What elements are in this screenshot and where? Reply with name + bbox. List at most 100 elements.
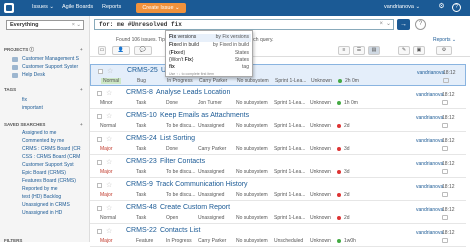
assignee-field[interactable]: Carry Parker — [199, 78, 227, 84]
issue-summary[interactable]: Track Communication History — [156, 181, 248, 188]
reporter-link[interactable]: vandrianova — [416, 230, 443, 236]
create-issue-button[interactable]: Create Issue ⌄ — [136, 3, 186, 13]
columns-icon[interactable]: ▣ — [413, 46, 425, 55]
comment-icon[interactable] — [442, 238, 448, 243]
priority-field[interactable]: Major — [100, 192, 113, 198]
spent-time-field[interactable]: 2h 0m — [345, 78, 359, 84]
add-tag-icon[interactable]: + — [80, 87, 83, 92]
add-saved-search-icon[interactable]: + — [80, 122, 83, 127]
subsystem-field[interactable]: No subsystem — [236, 100, 268, 106]
type-field[interactable]: Feature — [136, 238, 153, 244]
saved-search-item[interactable]: Assigned to me — [22, 130, 56, 136]
reporter-link[interactable]: vandrianova — [416, 161, 443, 167]
search-button[interactable]: → — [397, 19, 410, 30]
clear-search-icon[interactable]: × — [379, 20, 383, 29]
sprint-field[interactable]: Sprint 1-Lea... — [274, 192, 305, 198]
state-field[interactable]: In Progress — [166, 238, 192, 244]
sidebar-project-crms[interactable]: Customer Management S — [22, 56, 79, 62]
reporter-link[interactable]: vandrianova — [416, 92, 443, 98]
star-icon[interactable]: ☆ — [106, 135, 112, 143]
nav-agile-boards[interactable]: Agile Boards — [62, 4, 93, 10]
select-all-checkbox[interactable]: ▭ — [98, 46, 106, 55]
star-icon[interactable]: ☆ — [106, 227, 112, 235]
row-checkbox[interactable] — [97, 91, 102, 96]
saved-searches-section-header[interactable]: SAVED SEARCHES + — [4, 122, 88, 127]
issue-key[interactable]: CRMS-22 — [126, 227, 157, 234]
issue-key[interactable]: CRMS-23 — [126, 158, 157, 165]
search-query-input[interactable]: for: me #Unresolved fix × ⌄ — [94, 19, 394, 30]
priority-field[interactable]: Major — [100, 238, 113, 244]
sidebar-tag-important[interactable]: important — [22, 105, 43, 111]
saved-search-item[interactable]: Features Board (CRMS) — [22, 178, 76, 184]
subsystem-field[interactable]: No subsystem — [236, 238, 268, 244]
assignee-field[interactable]: Unassigned — [198, 169, 224, 175]
chevron-down-icon[interactable]: ⌄ — [76, 21, 81, 29]
subsystem-field[interactable]: No subsystem — [236, 192, 268, 198]
estimation-field[interactable]: Unknown — [311, 78, 332, 84]
issue-summary[interactable]: Analyse Leads Location — [156, 89, 230, 96]
sprint-field[interactable]: Sprint 1-Lea... — [275, 78, 306, 84]
type-field[interactable]: Task — [136, 169, 146, 175]
saved-search-item[interactable]: Commented by me — [22, 138, 64, 144]
clear-icon[interactable]: × — [72, 21, 75, 29]
state-field[interactable]: Open — [166, 215, 178, 221]
reports-link[interactable]: Reports ⌄ — [433, 37, 456, 43]
type-field[interactable]: Task — [136, 192, 146, 198]
row-checkbox[interactable] — [97, 206, 102, 211]
comment-icon[interactable] — [443, 78, 449, 83]
type-field[interactable]: Bug — [137, 78, 146, 84]
issue-key[interactable]: CRMS-8 — [126, 89, 153, 96]
issue-key[interactable]: CRMS-25 — [127, 67, 158, 74]
reporter-link[interactable]: vandrianova — [416, 115, 443, 121]
spent-time-field[interactable]: 2d — [344, 192, 350, 198]
issue-key[interactable]: CRMS-48 — [126, 204, 157, 211]
comment-icon[interactable] — [442, 123, 448, 128]
estimation-field[interactable]: Unknown — [310, 123, 331, 129]
priority-field[interactable]: Minor — [100, 100, 113, 106]
priority-field[interactable]: Major — [100, 169, 113, 175]
chevron-down-icon[interactable]: ⌄ — [386, 20, 391, 29]
type-field[interactable]: Task — [136, 146, 146, 152]
sidebar-project-css[interactable]: Customer Support Syster — [22, 64, 78, 70]
assignee-field[interactable]: Carry Parker — [198, 238, 226, 244]
youtrack-logo[interactable] — [4, 3, 14, 13]
comment-icon[interactable]: 💬 — [134, 46, 152, 55]
nav-issues[interactable]: Issues ⌄ — [32, 4, 54, 10]
issue-summary[interactable]: Filter Contacts — [160, 158, 205, 165]
type-field[interactable]: Task — [136, 123, 146, 129]
subsystem-field[interactable]: No subsystem — [237, 78, 269, 84]
sprint-field[interactable]: Sprint 1-Lea... — [274, 123, 305, 129]
saved-search-item[interactable]: test (HD) Backlog — [22, 194, 61, 200]
sprint-field[interactable]: Unscheduled — [274, 238, 303, 244]
row-checkbox[interactable] — [97, 160, 102, 165]
saved-search-item[interactable]: CRMS : CRMS Board (CR — [22, 146, 81, 152]
sidebar-project-helpdesk[interactable]: Help Desk — [22, 72, 45, 78]
priority-field[interactable]: Normal — [100, 123, 116, 129]
assignee-field[interactable]: Carry Parker — [198, 146, 226, 152]
star-icon[interactable]: ☆ — [106, 204, 112, 212]
row-checkbox[interactable] — [97, 229, 102, 234]
spent-time-field[interactable]: 1h 0m — [344, 100, 358, 106]
detailed-view-icon[interactable]: ▤ — [368, 46, 380, 55]
issue-summary[interactable]: Contacts List — [160, 227, 200, 234]
star-icon[interactable]: ☆ — [106, 158, 112, 166]
sprint-field[interactable]: Sprint 1-Lea... — [274, 146, 305, 152]
comment-icon[interactable] — [442, 215, 448, 220]
table-row[interactable]: ☆ CRMS-24 List Sorting Major Task Done C… — [90, 133, 466, 155]
assignee-field[interactable]: Unassigned — [198, 215, 224, 221]
compact-view-icon[interactable]: ☰ — [353, 46, 365, 55]
projects-section-header[interactable]: PROJECTS ⓘ + — [4, 47, 88, 53]
settings-icon[interactable]: ⚙ — [436, 46, 452, 55]
type-field[interactable]: Task — [136, 100, 146, 106]
assignee-field[interactable]: Jon Turner — [198, 100, 222, 106]
state-field[interactable]: Done — [166, 100, 178, 106]
table-row[interactable]: ☆ CRMS-22 Contacts List Major Feature In… — [90, 225, 466, 247]
spent-time-field[interactable]: 2d — [344, 123, 350, 129]
assignee-field[interactable]: Unassigned — [198, 123, 224, 129]
issue-key[interactable]: CRMS-10 — [126, 112, 157, 119]
estimation-field[interactable]: Unknown — [310, 100, 331, 106]
reporter-link[interactable]: vandrianova — [416, 207, 443, 213]
table-row[interactable]: ☆ CRMS-25 UI Normal Bug In Progress Carr… — [90, 64, 466, 86]
type-field[interactable]: Task — [136, 215, 146, 221]
autocomplete-item[interactable]: fix tag — [169, 64, 251, 72]
